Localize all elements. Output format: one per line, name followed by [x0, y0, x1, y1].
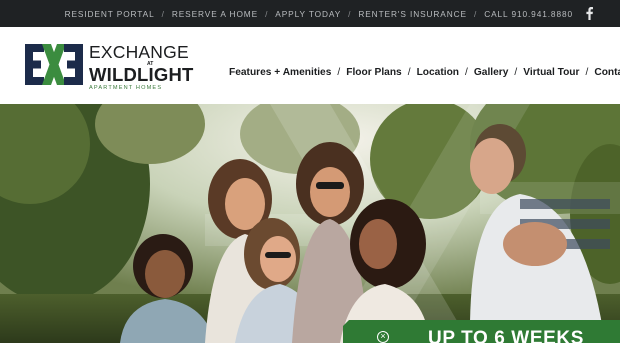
logo-tagline: APARTMENT HOMES: [89, 85, 163, 91]
site-logo[interactable]: EXCHANGE AT WILDLIGHT APARTMENT HOMES: [25, 41, 200, 93]
nav-separator: /: [514, 66, 518, 78]
apply-today-link[interactable]: APPLY TODAY: [275, 9, 341, 19]
nav-gallery[interactable]: Gallery: [474, 67, 509, 78]
separator: /: [348, 8, 352, 19]
utility-bar: RESIDENT PORTAL / RESERVE A HOME / APPLY…: [0, 0, 620, 27]
nav-features-amenities[interactable]: Features + Amenities: [229, 67, 331, 78]
nav-separator: /: [337, 66, 341, 78]
nav-floor-plans[interactable]: Floor Plans: [346, 67, 401, 78]
nav-separator: /: [585, 66, 589, 78]
separator: /: [473, 8, 478, 19]
separator: /: [161, 8, 165, 19]
exe-logo-mark-icon: [25, 44, 83, 85]
nav-location[interactable]: Location: [417, 67, 459, 78]
site-header: EXCHANGE AT WILDLIGHT APARTMENT HOMES Fe…: [0, 27, 620, 104]
call-phone-link[interactable]: CALL 910.941.8880: [484, 9, 573, 19]
resident-portal-link[interactable]: RESIDENT PORTAL: [65, 9, 155, 19]
main-nav: Features + Amenities / Floor Plans / Loc…: [229, 66, 620, 78]
nav-separator: /: [465, 66, 468, 78]
promo-banner[interactable]: × UP TO 6 WEEKS: [343, 320, 620, 343]
facebook-icon[interactable]: [584, 7, 594, 21]
separator: /: [265, 8, 269, 19]
nav-contact[interactable]: Contact: [594, 67, 620, 78]
reserve-home-link[interactable]: RESERVE A HOME: [172, 9, 258, 19]
hero-photo: [0, 104, 620, 343]
logo-exchange-text: EXCHANGE: [89, 42, 189, 62]
promo-text: UP TO 6 WEEKS: [428, 328, 584, 343]
nav-separator: /: [407, 66, 411, 78]
nav-virtual-tour[interactable]: Virtual Tour: [523, 67, 579, 78]
logo-wildlight-text: WILDLIGHT: [89, 64, 194, 85]
renters-insurance-link[interactable]: RENTER'S INSURANCE: [358, 9, 467, 19]
close-icon[interactable]: ×: [377, 331, 389, 343]
hero-banner: × UP TO 6 WEEKS: [0, 104, 620, 343]
